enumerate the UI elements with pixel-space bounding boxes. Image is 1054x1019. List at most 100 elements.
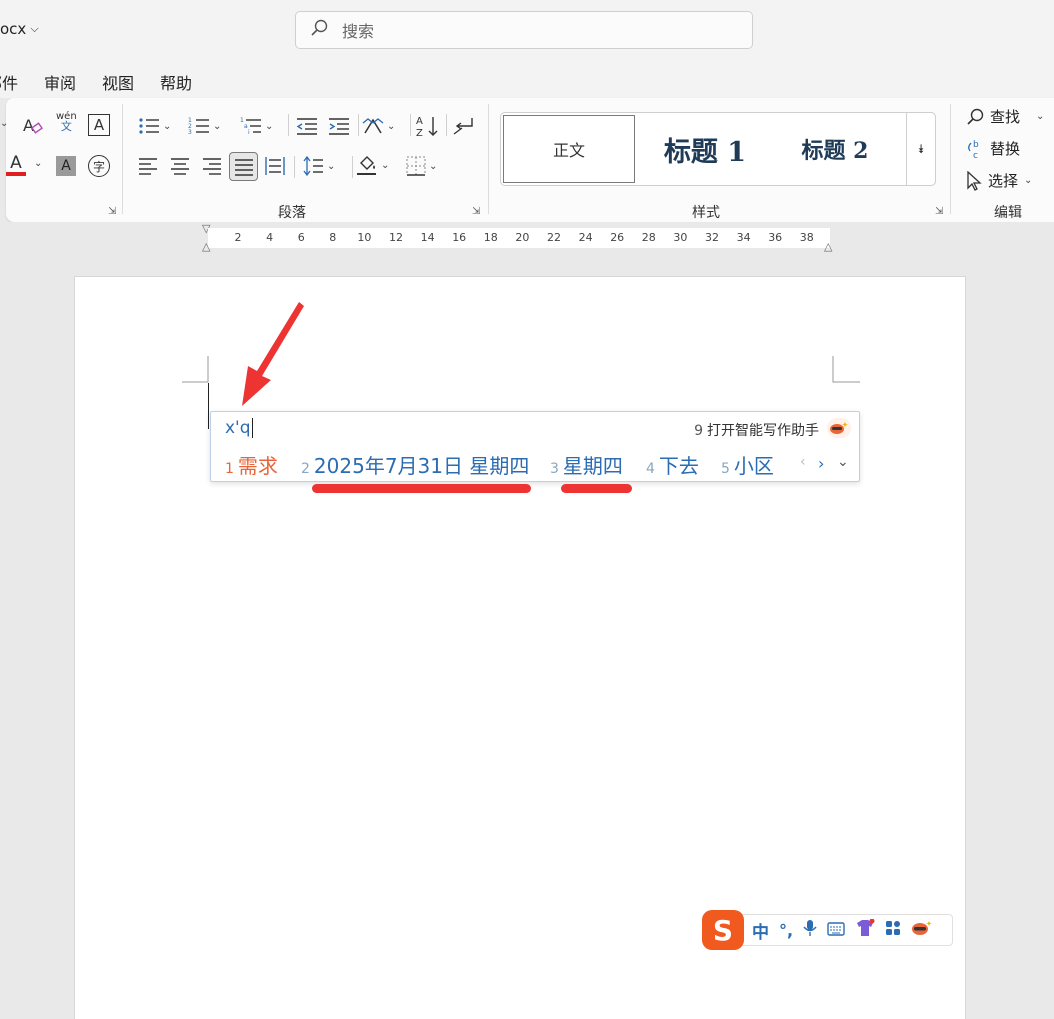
separator xyxy=(410,114,411,136)
menu-item-review[interactable]: 审阅 xyxy=(44,70,76,94)
text-direction-icon[interactable]: ⌄ xyxy=(362,116,395,136)
numbering-icon[interactable]: 123 ⌄ xyxy=(188,116,221,136)
microphone-icon[interactable] xyxy=(803,919,817,941)
justify-icon[interactable] xyxy=(229,152,258,181)
svg-text:b: b xyxy=(973,140,979,150)
decrease-indent-icon[interactable] xyxy=(296,116,318,136)
character-shading-icon[interactable]: A xyxy=(56,156,76,176)
more-down-icon: ⯯ xyxy=(917,141,925,156)
find-label: 查找 xyxy=(990,108,1021,126)
svg-text:Z: Z xyxy=(416,128,423,138)
borders-icon[interactable]: ⌄ xyxy=(406,156,437,176)
style-heading-2[interactable]: 标题 2 xyxy=(785,115,885,183)
ime-status-bar[interactable]: S 中 °, xyxy=(702,910,953,950)
separator xyxy=(352,156,353,178)
ruler-tick-label: 38 xyxy=(799,231,814,244)
phonetic-guide-icon[interactable]: wén 文 xyxy=(56,112,77,133)
font-color-swatch xyxy=(6,172,26,176)
increase-indent-icon[interactable] xyxy=(328,116,350,136)
annotation-underline-date xyxy=(312,484,531,493)
ime-candidate-2[interactable]: 2 2025年7月31日 星期四 xyxy=(301,450,529,479)
find-button[interactable]: 查找 ⌄ xyxy=(966,106,1044,127)
ai-option-number: 9 xyxy=(694,423,703,439)
replace-button[interactable]: bc 替换 xyxy=(966,138,1020,159)
skin-icon[interactable] xyxy=(855,918,875,941)
document-title[interactable]: ocx ⌵ xyxy=(0,20,39,38)
phonetic-guide-bottom: 文 xyxy=(60,120,72,133)
keyboard-icon[interactable] xyxy=(827,921,845,940)
chevron-right-icon[interactable]: › xyxy=(818,454,824,473)
svg-text:A: A xyxy=(23,116,34,135)
candidate-text: 小区 xyxy=(733,454,774,478)
line-spacing-icon[interactable]: ⌄ xyxy=(302,156,335,176)
clear-format-icon[interactable]: A xyxy=(22,114,44,136)
ime-candidate-4[interactable]: 4 下去 xyxy=(646,450,699,479)
candidate-text: 2025年7月31日 星期四 xyxy=(313,454,530,478)
menu-item-view[interactable]: 视图 xyxy=(102,70,134,94)
ribbon: ⌄ A wén 文 A A ⌄ A 字 ⇲ ⌄ 123 ⌄ 1ai ⌄ ⌄ AZ xyxy=(0,98,1054,222)
search-input[interactable]: 搜索 xyxy=(295,11,753,49)
title-bar: ocx ⌵ 搜索 xyxy=(0,0,1054,60)
chevron-down-icon[interactable]: ⌄ xyxy=(837,454,849,470)
candidate-text: 需求 xyxy=(237,454,278,478)
styles-more-button[interactable]: ⯯ xyxy=(906,112,936,186)
multilevel-list-icon[interactable]: 1ai ⌄ xyxy=(240,116,273,136)
align-left-icon[interactable] xyxy=(138,156,158,176)
chevron-down-icon: ⌄ xyxy=(1024,175,1033,186)
ime-composition: x'q xyxy=(225,418,253,438)
menu-bar: 部件 审阅 视图 帮助 xyxy=(0,60,1054,98)
ruler-tick-label: 2 xyxy=(234,231,242,244)
distributed-icon[interactable] xyxy=(264,156,286,176)
menu-item-components[interactable]: 部件 xyxy=(0,70,18,94)
dialog-launcher-icon[interactable]: ⇲ xyxy=(472,206,480,217)
select-button[interactable]: 选择 ⌄ xyxy=(966,170,1032,191)
toolbox-icon[interactable] xyxy=(885,920,901,940)
horizontal-ruler[interactable]: 2 4 6 8 10 12 14 16 18 20 22 24 26 28 30 32 34 36 38 xyxy=(208,228,830,248)
ime-candidate-5[interactable]: 5 小区 xyxy=(721,450,774,479)
align-right-icon[interactable] xyxy=(202,156,222,176)
show-formatting-marks-icon[interactable] xyxy=(452,116,474,136)
dialog-launcher-icon[interactable]: ⇲ xyxy=(935,206,943,217)
chevron-left-icon[interactable]: ‹ xyxy=(800,454,806,470)
font-color-letter: A xyxy=(10,153,22,173)
bullets-icon[interactable]: ⌄ xyxy=(138,116,171,136)
font-color-icon[interactable]: A xyxy=(6,154,26,176)
separator xyxy=(358,114,359,136)
punctuation-toggle[interactable]: °, xyxy=(779,921,793,940)
chevron-down-icon[interactable]: ⌄ xyxy=(0,118,8,129)
margin-corner-top-right xyxy=(832,356,860,383)
ai-assistant-icon[interactable] xyxy=(911,920,933,940)
editing-group-label: 编辑 xyxy=(994,205,1022,221)
search-icon xyxy=(967,108,984,125)
menu-item-help[interactable]: 帮助 xyxy=(160,70,192,94)
style-heading-1[interactable]: 标题 1 xyxy=(645,115,765,183)
ruler-tick-label: 20 xyxy=(515,231,530,244)
ime-candidate-1[interactable]: 1 需求 xyxy=(225,450,278,479)
chevron-down-icon[interactable]: ⌄ xyxy=(34,158,42,169)
candidate-text: 下去 xyxy=(658,454,699,478)
character-border-icon[interactable]: A xyxy=(88,114,110,136)
ruler-tick-label: 34 xyxy=(736,231,751,244)
right-indent-marker[interactable]: △ xyxy=(824,240,832,253)
separator xyxy=(288,114,289,136)
ai-writing-assistant-option[interactable]: 9 打开智能写作助手 xyxy=(694,420,819,440)
ruler-tick-label: 26 xyxy=(610,231,625,244)
sort-icon[interactable]: AZ xyxy=(416,114,440,138)
search-icon xyxy=(310,19,328,41)
dialog-launcher-icon[interactable]: ⇲ xyxy=(108,206,116,217)
hanging-indent-marker[interactable]: △ xyxy=(202,240,210,253)
sogou-logo-icon[interactable]: S xyxy=(702,910,744,950)
ruler-tick-label: 16 xyxy=(452,231,467,244)
search-placeholder: 搜索 xyxy=(342,22,375,41)
ruler-tick-label: 36 xyxy=(768,231,783,244)
enclose-characters-icon[interactable]: 字 xyxy=(88,155,110,177)
chevron-down-icon: ⌵ xyxy=(30,22,39,35)
svg-text:c: c xyxy=(973,151,978,159)
input-mode-toggle[interactable]: 中 xyxy=(752,918,769,943)
style-normal[interactable]: 正文 xyxy=(503,115,635,183)
ruler-tick-label: 6 xyxy=(297,231,305,244)
ime-candidate-3[interactable]: 3 星期四 xyxy=(550,450,623,479)
shading-icon[interactable]: ⌄ xyxy=(356,154,389,176)
align-center-icon[interactable] xyxy=(170,156,190,176)
ai-assistant-icon[interactable] xyxy=(827,418,851,438)
